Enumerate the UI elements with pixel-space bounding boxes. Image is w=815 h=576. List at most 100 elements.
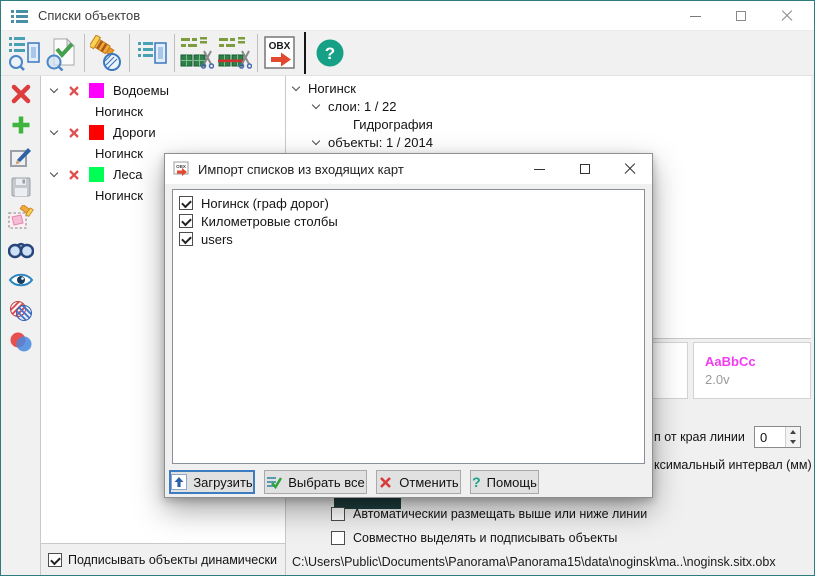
cancel-label: Отменить xyxy=(399,475,458,490)
spinner-down-button[interactable] xyxy=(786,437,800,447)
obx-mini-icon: OBX xyxy=(173,161,190,177)
select-all-button[interactable]: Выбрать все xyxy=(264,470,367,494)
import-list-item[interactable]: Ногинск (граф дорог) xyxy=(173,194,644,212)
list-item-roads[interactable]: Дороги xyxy=(41,122,285,143)
down-arrow-icon xyxy=(790,440,796,444)
titlebar: Списки объектов xyxy=(1,1,814,31)
import-item-checkbox[interactable] xyxy=(179,232,193,246)
font-sample: AaBbCc xyxy=(705,354,810,369)
visibility-button[interactable] xyxy=(6,268,36,291)
import-list-item[interactable]: users xyxy=(173,230,644,248)
remove-icon[interactable] xyxy=(68,85,80,97)
list-item-label: Водоемы xyxy=(113,83,169,98)
import-dialog: OBX Импорт списков из входящих карт Ноги… xyxy=(164,153,653,498)
cut-lists-icon xyxy=(218,35,252,71)
add-list-button[interactable] xyxy=(6,113,36,136)
dialog-close-button[interactable] xyxy=(607,154,652,184)
import-item-checkbox[interactable] xyxy=(179,214,193,228)
edge-offset-spinner[interactable]: 0 xyxy=(754,426,801,448)
minimize-button[interactable] xyxy=(672,1,718,31)
svg-text:OBX: OBX xyxy=(269,41,291,52)
remove-icon[interactable] xyxy=(68,127,80,139)
auto-place-checkbox[interactable] xyxy=(331,507,345,521)
chevron-down-icon[interactable] xyxy=(312,138,321,147)
dialog-help-button[interactable]: ? Помощь xyxy=(470,470,539,494)
obx-export-button[interactable]: OBX xyxy=(261,32,299,74)
save-icon xyxy=(10,176,32,198)
spinner-up-button[interactable] xyxy=(786,427,800,437)
font-sample-version: 2.0v xyxy=(705,372,810,387)
dynamic-label-text: Подписывать объекты динамически xyxy=(68,553,277,567)
list-select-button[interactable] xyxy=(133,32,171,74)
tree-node-label: Ногинск xyxy=(308,81,356,96)
edit-list-button[interactable] xyxy=(6,144,36,167)
spinner-value: 0 xyxy=(760,430,767,445)
delete-list-button[interactable] xyxy=(6,82,36,105)
dialog-minimize-button[interactable] xyxy=(517,154,562,184)
import-item-label: users xyxy=(201,232,233,247)
close-icon xyxy=(781,10,793,22)
find-list-button[interactable] xyxy=(5,32,43,74)
overlap-solid-button[interactable] xyxy=(6,330,36,353)
left-icon-rail xyxy=(1,76,41,575)
copy-lists-icon xyxy=(180,35,214,71)
preview-card[interactable]: AaBbCc 2.0v xyxy=(693,342,811,399)
edge-offset-label: п от края линии xyxy=(654,430,745,444)
maximize-button[interactable] xyxy=(718,1,764,31)
search-button[interactable] xyxy=(6,237,36,260)
dynamic-label-checkbox[interactable] xyxy=(48,553,62,567)
tree-node-layers[interactable]: слои: 1 / 22 xyxy=(286,97,811,115)
save-list-button[interactable] xyxy=(6,175,36,198)
cancel-button[interactable]: Отменить xyxy=(376,470,461,494)
copy-lists-button[interactable] xyxy=(178,32,216,74)
load-label: Загрузить xyxy=(193,475,252,490)
toolbar-separator xyxy=(257,34,258,72)
maximize-icon xyxy=(736,11,746,21)
maximize-icon xyxy=(580,164,590,174)
chevron-down-icon[interactable] xyxy=(312,102,321,111)
dialog-maximize-button[interactable] xyxy=(562,154,607,184)
chevron-down-icon[interactable] xyxy=(292,84,301,93)
dialog-title: Импорт списков из входящих карт xyxy=(198,162,404,177)
list-app-icon xyxy=(11,8,28,24)
import-list-item[interactable]: Километровые столбы xyxy=(173,212,644,230)
chevron-down-icon[interactable] xyxy=(50,128,59,137)
list-item-water[interactable]: Водоемы xyxy=(41,80,285,101)
tree-node-objects[interactable]: объекты: 1 / 2014 xyxy=(286,133,811,151)
help-icon: ? xyxy=(314,37,346,69)
import-item-label: Километровые столбы xyxy=(201,214,338,229)
import-item-checkbox[interactable] xyxy=(179,196,193,210)
toolbar-separator xyxy=(174,34,175,72)
svg-text:?: ? xyxy=(325,44,335,63)
import-list: Ногинск (граф дорог) Километровые столбы… xyxy=(172,189,645,464)
load-button[interactable]: Загрузить xyxy=(169,470,255,494)
cut-lists-button[interactable] xyxy=(216,32,254,74)
chevron-down-icon[interactable] xyxy=(50,170,59,179)
window-title: Списки объектов xyxy=(38,8,140,23)
list-item-map[interactable]: Ногинск xyxy=(41,101,285,122)
help-button[interactable]: ? xyxy=(311,32,349,74)
obx-export-icon: OBX xyxy=(263,35,297,71)
color-swatch xyxy=(89,167,104,182)
tree-node-hydrography[interactable]: Гидрография xyxy=(286,115,811,133)
dynamic-label-row: Подписывать объекты динамически xyxy=(41,544,286,575)
flashlight-button[interactable] xyxy=(88,32,126,74)
import-item-label: Ногинск (граф дорог) xyxy=(201,196,329,211)
tree-node-label: Гидрография xyxy=(353,117,433,132)
toolbar-separator xyxy=(84,34,85,72)
select-all-label: Выбрать все xyxy=(288,475,364,490)
joint-select-checkbox[interactable] xyxy=(331,531,345,545)
select-area-button[interactable] xyxy=(6,206,36,229)
overlap-hatched-button[interactable] xyxy=(6,299,36,322)
tree-node-map[interactable]: Ногинск xyxy=(286,79,811,97)
binoculars-icon xyxy=(8,239,34,259)
close-button[interactable] xyxy=(764,1,810,31)
remove-icon[interactable] xyxy=(68,169,80,181)
check-search-button[interactable] xyxy=(43,32,81,74)
chevron-down-icon[interactable] xyxy=(50,86,59,95)
overlap-hatched-icon xyxy=(9,299,33,323)
overlap-solid-icon xyxy=(9,330,33,354)
color-swatch xyxy=(89,83,104,98)
select-area-icon xyxy=(8,205,34,230)
joint-select-label: Совместно выделять и подписывать объекты xyxy=(353,531,617,545)
